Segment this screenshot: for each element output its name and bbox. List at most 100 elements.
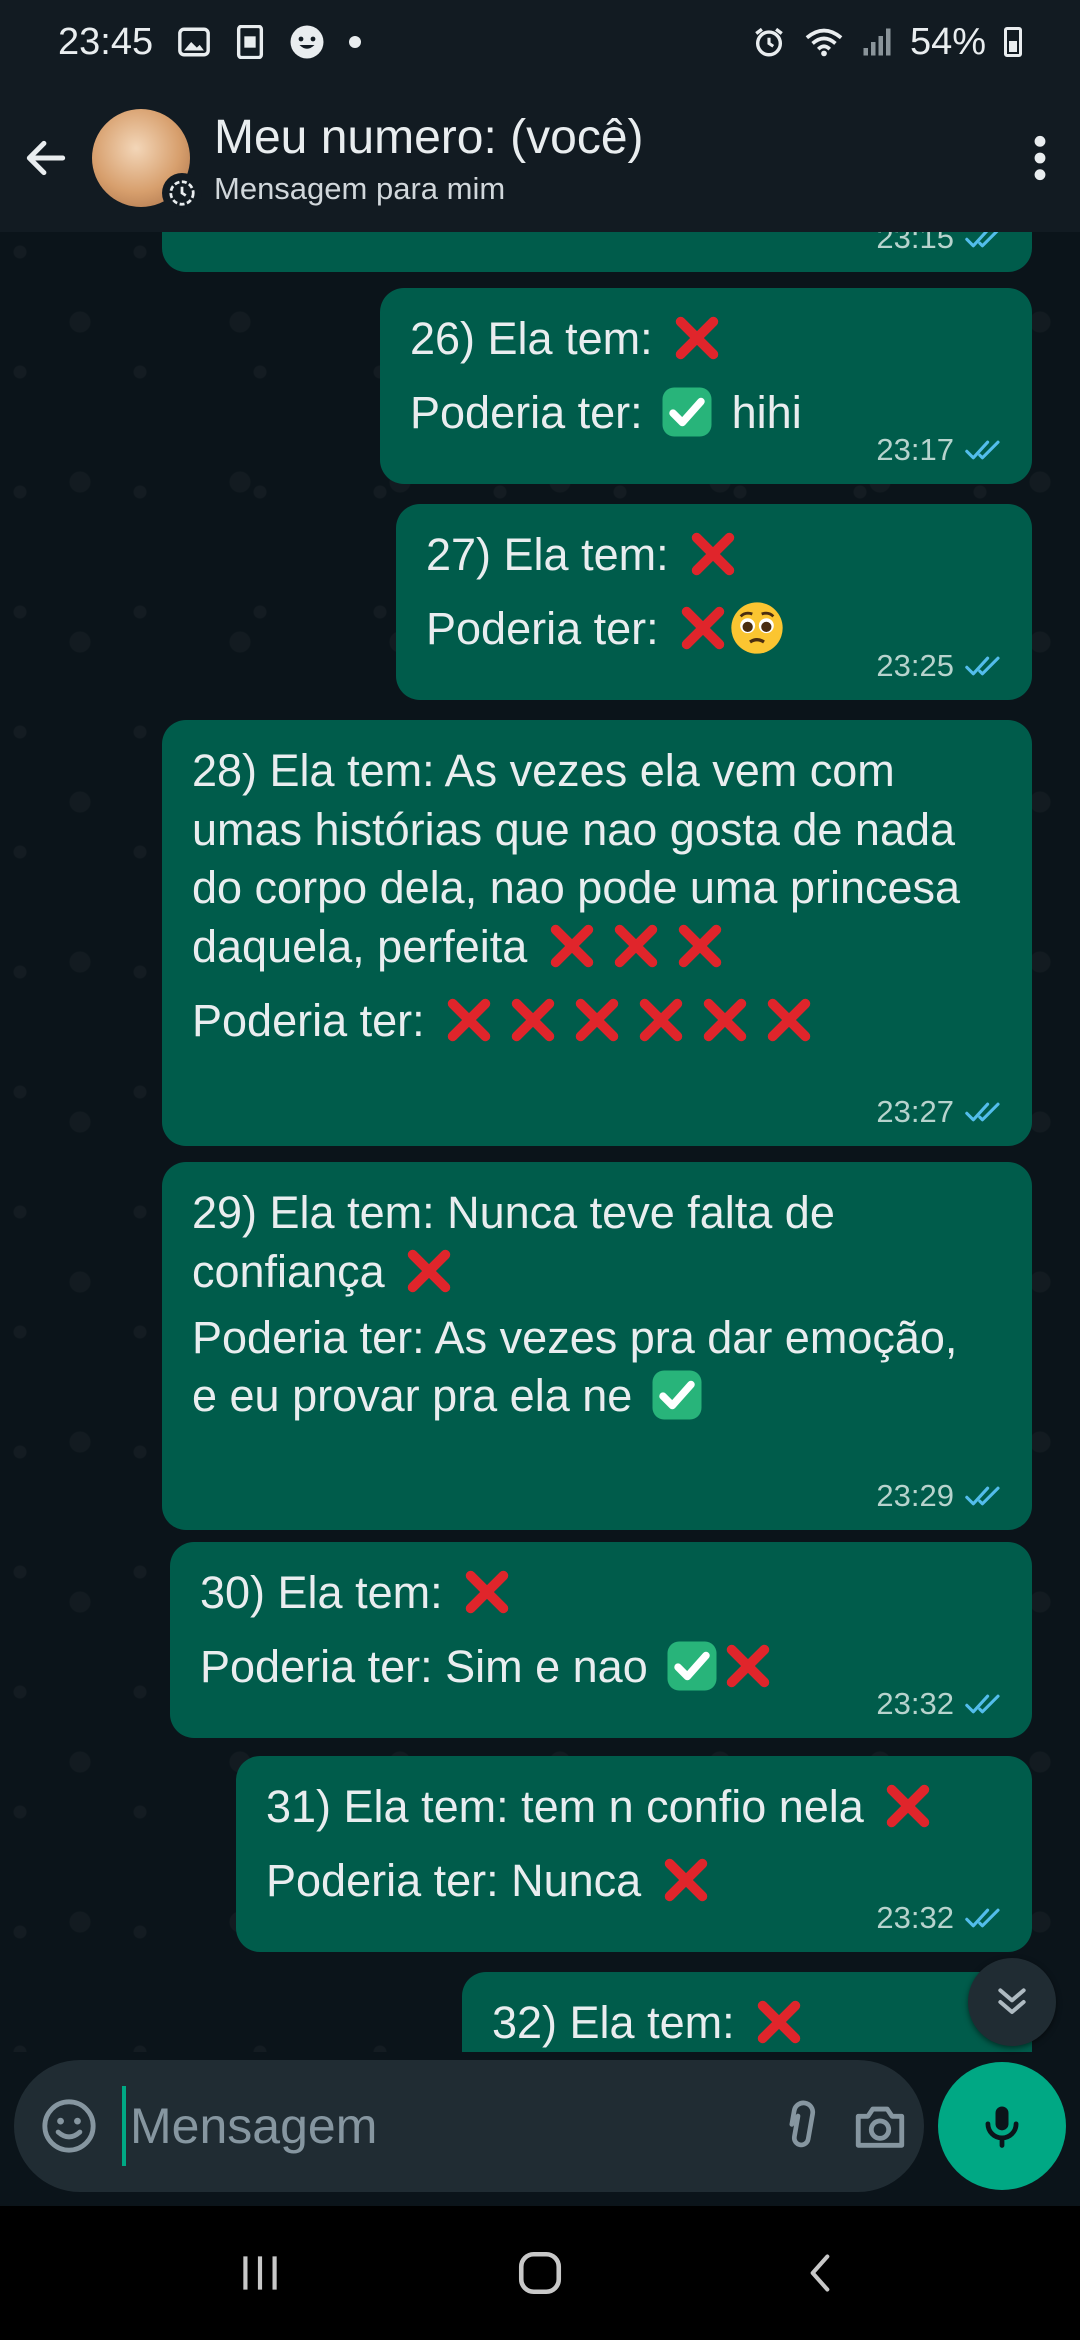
double-check-icon [964, 1099, 1006, 1125]
message-time: 23:25 [876, 647, 954, 683]
cross-mark-emoji-icon [441, 992, 497, 1048]
message-time: 23:15 [876, 232, 954, 255]
message-line: 32) Ela tem: [492, 1994, 1004, 2052]
battery-percent: 54% [909, 20, 986, 63]
microphone-icon [985, 2106, 1019, 2148]
camera-button[interactable] [851, 2086, 909, 2166]
message-line: 30) Ela tem: [200, 1564, 1004, 1624]
check-mark-button-emoji-icon [664, 1638, 720, 1694]
message-time: 23:17 [876, 431, 954, 467]
message-meta: 23:17 [876, 430, 1006, 470]
message-line: 31) Ela tem: tem n confio nela [266, 1778, 1004, 1838]
message-line: 26) Ela tem: [410, 310, 1004, 370]
gallery-icon [177, 25, 211, 59]
cross-mark-emoji-icon [544, 918, 600, 974]
cross-mark-emoji-icon [633, 992, 689, 1048]
cross-mark-emoji-icon [658, 1852, 714, 1908]
camera-icon [855, 2106, 905, 2148]
chat-messages-area[interactable]: 23:15 26) Ela tem: Poderia ter: hihi 23:… [0, 232, 1080, 2052]
message-meta: 23:32 [876, 1684, 1006, 1724]
double-check-icon [964, 653, 1006, 679]
arrow-left-icon [26, 140, 66, 176]
back-nav-button[interactable] [770, 2223, 870, 2323]
double-check-icon [964, 1483, 1006, 1509]
message-meta: 23:15 [876, 232, 1006, 258]
cross-mark-emoji-icon [685, 526, 741, 582]
message-meta: 23:27 [876, 1092, 1006, 1132]
voice-message-button[interactable] [938, 2062, 1066, 2190]
double-check-icon [964, 1905, 1006, 1931]
cross-mark-emoji-icon [697, 992, 753, 1048]
message-time: 23:32 [876, 1899, 954, 1935]
message-line: 27) Ela tem: [426, 526, 1004, 586]
message-text: Poderia ter: As vezes pra dar emoção, e … [192, 1309, 992, 1428]
cross-mark-emoji-icon [669, 310, 725, 366]
check-mark-button-emoji-icon [659, 384, 715, 440]
avatar[interactable] [92, 109, 202, 213]
more-options-button[interactable] [1000, 84, 1080, 232]
system-navigation-bar [0, 2206, 1080, 2340]
message-input[interactable] [122, 2086, 773, 2166]
cross-mark-emoji-icon [569, 992, 625, 1048]
message-bubble[interactable]: 26) Ela tem: Poderia ter: hihi 23:17 [380, 288, 1032, 484]
message-bubble[interactable]: 29) Ela tem: Nunca teve falta de confian… [162, 1162, 1032, 1530]
message-meta: 23:25 [876, 646, 1006, 686]
cross-mark-emoji-icon [675, 600, 731, 656]
recent-apps-icon [243, 2256, 277, 2290]
smiley-notification-icon [289, 24, 325, 60]
message-text: 29) Ela tem: Nunca teve falta de confian… [192, 1184, 992, 1303]
chat-title-block[interactable]: Meu numero: (você) Mensagem para mim [214, 110, 644, 207]
emoji-button[interactable] [40, 2086, 98, 2166]
home-button[interactable] [490, 2223, 590, 2323]
alarm-icon [752, 25, 786, 59]
message-time: 23:32 [876, 1685, 954, 1721]
cross-mark-emoji-icon [751, 1994, 807, 2050]
cross-mark-emoji-icon [672, 918, 728, 974]
message-meta: 23:32 [876, 1898, 1006, 1938]
message-meta: 23:29 [876, 1476, 1006, 1516]
message-bubble[interactable]: 32) Ela tem: [462, 1972, 1032, 2052]
smiley-icon [42, 2099, 96, 2153]
cross-mark-emoji-icon [401, 1243, 457, 1299]
recent-apps-button[interactable] [210, 2223, 310, 2323]
cross-mark-emoji-icon [761, 992, 817, 1048]
chat-title: Meu numero: (você) [214, 110, 644, 164]
notification-dot-icon [349, 36, 362, 48]
pleading-face-emoji-icon [729, 600, 785, 656]
check-mark-button-emoji-icon [649, 1367, 705, 1423]
message-text: 28) Ela tem: As vezes ela vem com umas h… [192, 742, 992, 978]
status-bar: 23:45 54% [0, 0, 1080, 84]
home-icon [518, 2251, 562, 2295]
message-time: 23:27 [876, 1093, 954, 1129]
paperclip-icon [789, 2100, 816, 2148]
chat-subtitle: Mensagem para mim [214, 170, 506, 206]
attach-button[interactable] [773, 2086, 829, 2166]
chevron-left-icon [810, 2254, 830, 2292]
double-chevron-down-icon [998, 1988, 1026, 2014]
message-time: 23:29 [876, 1477, 954, 1513]
scroll-to-bottom-button[interactable] [968, 1958, 1056, 2046]
cross-mark-emoji-icon [720, 1638, 776, 1694]
cross-mark-emoji-icon [608, 918, 664, 974]
double-check-icon [964, 1691, 1006, 1717]
sim-card-icon [235, 25, 265, 59]
double-check-icon [964, 437, 1006, 463]
signal-icon [862, 27, 892, 57]
battery-icon [1004, 27, 1022, 57]
cross-mark-emoji-icon [459, 1564, 515, 1620]
message-composer [14, 2060, 924, 2192]
cross-mark-emoji-icon [880, 1778, 936, 1834]
message-bubble[interactable]: 27) Ela tem: Poderia ter: 23:25 [396, 504, 1032, 700]
message-bubble[interactable]: 30) Ela tem: Poderia ter: Sim e nao 23:3… [170, 1542, 1032, 1738]
disappearing-messages-icon [162, 173, 202, 213]
status-time: 23:45 [58, 20, 154, 63]
message-bubble[interactable]: 28) Ela tem: As vezes ela vem com umas h… [162, 720, 1032, 1146]
double-check-icon [964, 232, 1006, 251]
message-line: Poderia ter: [192, 992, 1004, 1052]
back-button[interactable] [0, 84, 92, 232]
cross-mark-emoji-icon [505, 992, 561, 1048]
message-bubble[interactable]: 31) Ela tem: tem n confio nela Poderia t… [236, 1756, 1032, 1952]
more-vertical-icon [1034, 135, 1046, 181]
wifi-icon [804, 25, 844, 59]
message-bubble[interactable]: 23:15 [162, 232, 1032, 272]
